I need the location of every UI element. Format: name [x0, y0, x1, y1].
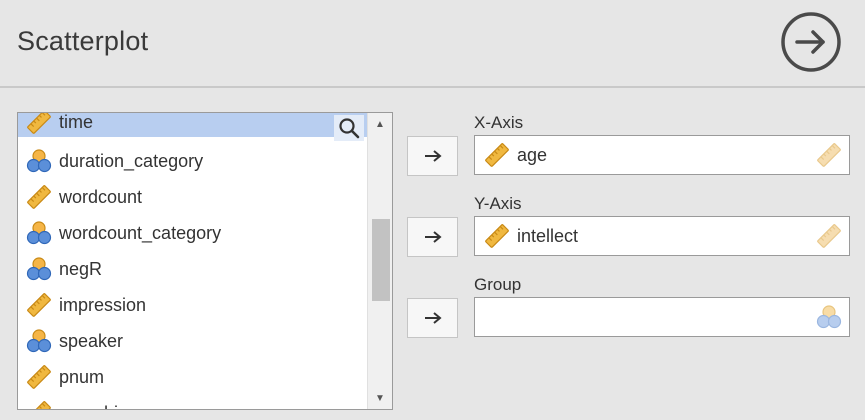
arrow-right-icon	[424, 150, 442, 162]
variable-list-item[interactable]: negR	[18, 251, 367, 287]
variable-name: wordcount	[59, 186, 143, 207]
variable-name: meanhire	[59, 403, 134, 410]
variable-list-item[interactable]: meanhire	[18, 395, 367, 410]
group-field[interactable]	[474, 297, 850, 337]
ruler-icon	[25, 363, 53, 391]
variable-list-item[interactable]: speaker	[18, 323, 367, 359]
page-title: Scatterplot	[17, 26, 149, 56]
nominal-variable-icon	[25, 219, 53, 247]
ruler-icon	[25, 183, 53, 211]
ruler-icon	[483, 141, 511, 169]
group-label: Group	[474, 275, 522, 294]
ruler-icon	[483, 222, 511, 250]
run-button[interactable]	[780, 11, 842, 73]
variable-list-item[interactable]: wordcount_category	[18, 215, 367, 251]
move-to-group-button[interactable]	[407, 298, 458, 338]
variable-name: pnum	[59, 366, 105, 387]
arrow-right-icon	[424, 312, 442, 324]
search-button[interactable]	[334, 115, 364, 141]
variable-list-item[interactable]: pnum	[18, 359, 367, 395]
ruler-icon	[815, 222, 843, 250]
variable-name: wordcount_category	[59, 222, 222, 243]
scroll-up-button[interactable]: ▲	[368, 115, 392, 133]
xaxis-value[interactable]: age	[517, 145, 547, 166]
variable-list-items: time duration_category wordcount wordcount_…	[18, 112, 367, 410]
ruler-icon	[25, 291, 53, 319]
variable-list-item[interactable]: time	[18, 112, 367, 137]
variable-list-scrollbar[interactable]: ▲ ▼	[367, 113, 392, 409]
scroll-thumb[interactable]	[372, 219, 390, 301]
ruler-icon	[25, 113, 53, 136]
variable-list-item[interactable]: duration_category	[18, 143, 367, 179]
nominal-variable-icon	[25, 327, 53, 355]
move-to-yaxis-button[interactable]	[407, 217, 458, 257]
variable-list[interactable]: time duration_category wordcount wordcount_…	[17, 112, 393, 410]
scroll-down-button[interactable]: ▼	[368, 389, 392, 407]
header: Scatterplot	[0, 0, 865, 88]
variable-list-item[interactable]: impression	[18, 287, 367, 323]
nominal-variable-icon	[25, 147, 53, 175]
xaxis-label: X-Axis	[474, 113, 524, 132]
ruler-icon	[815, 141, 843, 169]
yaxis-label: Y-Axis	[474, 194, 522, 213]
variable-name: negR	[59, 258, 103, 279]
search-icon	[339, 118, 360, 139]
circle-arrow-right-icon	[781, 12, 841, 72]
xaxis-field[interactable]: age	[474, 135, 850, 175]
move-to-xaxis-button[interactable]	[407, 136, 458, 176]
arrow-right-icon	[424, 231, 442, 243]
yaxis-value[interactable]: intellect	[517, 226, 578, 247]
ruler-icon	[25, 399, 53, 409]
nominal-variable-icon	[25, 255, 53, 283]
variable-name: time	[59, 112, 94, 132]
nominal-variable-icon	[815, 303, 843, 331]
yaxis-field[interactable]: intellect	[474, 216, 850, 256]
variable-name: impression	[59, 294, 147, 315]
variable-name: speaker	[59, 330, 124, 351]
variable-list-item[interactable]: wordcount	[18, 179, 367, 215]
variable-name: duration_category	[59, 150, 204, 171]
